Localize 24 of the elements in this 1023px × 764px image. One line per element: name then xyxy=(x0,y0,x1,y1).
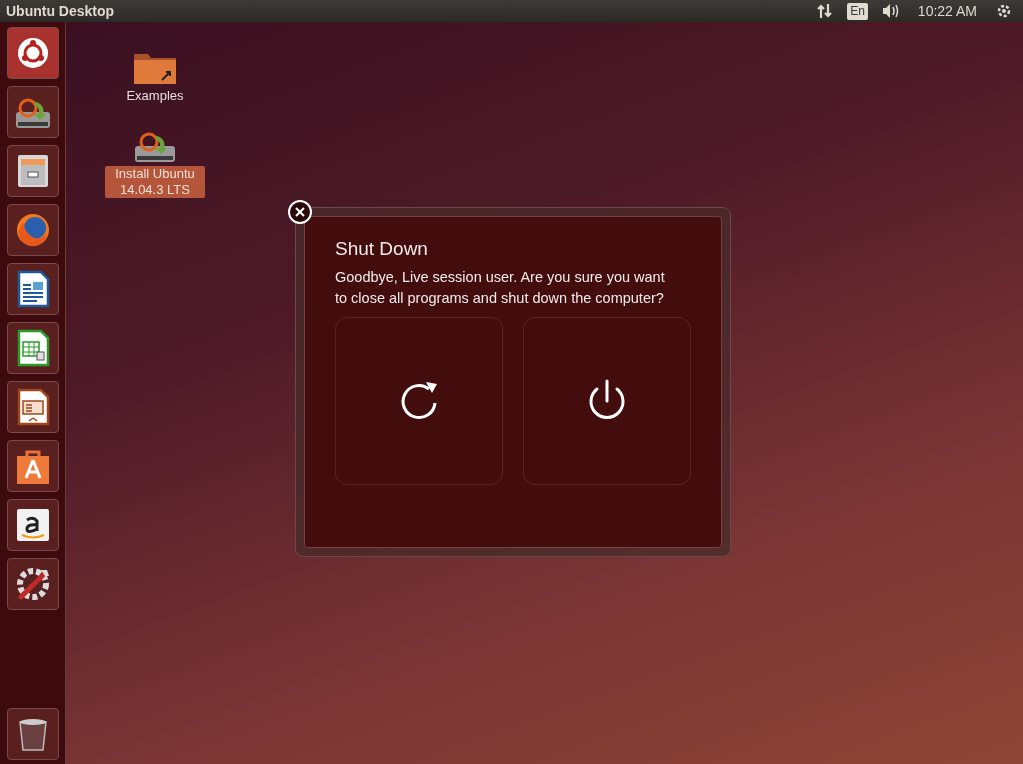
network-icon xyxy=(816,2,834,20)
clock[interactable]: 10:22 AM xyxy=(917,0,977,22)
speaker-icon xyxy=(881,2,900,20)
desktop-icon-label[interactable]: Examples xyxy=(123,88,187,104)
launcher-item[interactable] xyxy=(6,558,59,610)
launcher-item[interactable] xyxy=(6,381,59,433)
launcher-item[interactable] xyxy=(6,86,59,138)
dialog-message: Goodbye, Live session user. Are you sure you want to close all programs and shut down the computer? xyxy=(335,268,666,308)
dialog-title: Shut Down xyxy=(335,237,429,261)
launcher-item[interactable] xyxy=(6,145,59,197)
close-button[interactable] xyxy=(288,200,312,224)
launcher-item[interactable] xyxy=(6,27,59,79)
launcher-item[interactable] xyxy=(6,499,59,551)
window-title: Ubuntu Desktop xyxy=(6,1,115,21)
keyboard-indicator[interactable]: En xyxy=(847,2,868,20)
restart-button[interactable] xyxy=(335,317,503,485)
launcher-item[interactable] xyxy=(6,322,59,374)
launcher-item[interactable] xyxy=(6,708,59,760)
gear-icon xyxy=(995,2,1013,20)
launcher-item[interactable] xyxy=(6,204,59,256)
launcher-item[interactable] xyxy=(6,440,59,492)
close-icon xyxy=(294,206,306,218)
launcher-item[interactable] xyxy=(6,263,59,315)
desktop-icon-label[interactable]: Install Ubuntu 14.04.3 LTS xyxy=(105,166,205,198)
